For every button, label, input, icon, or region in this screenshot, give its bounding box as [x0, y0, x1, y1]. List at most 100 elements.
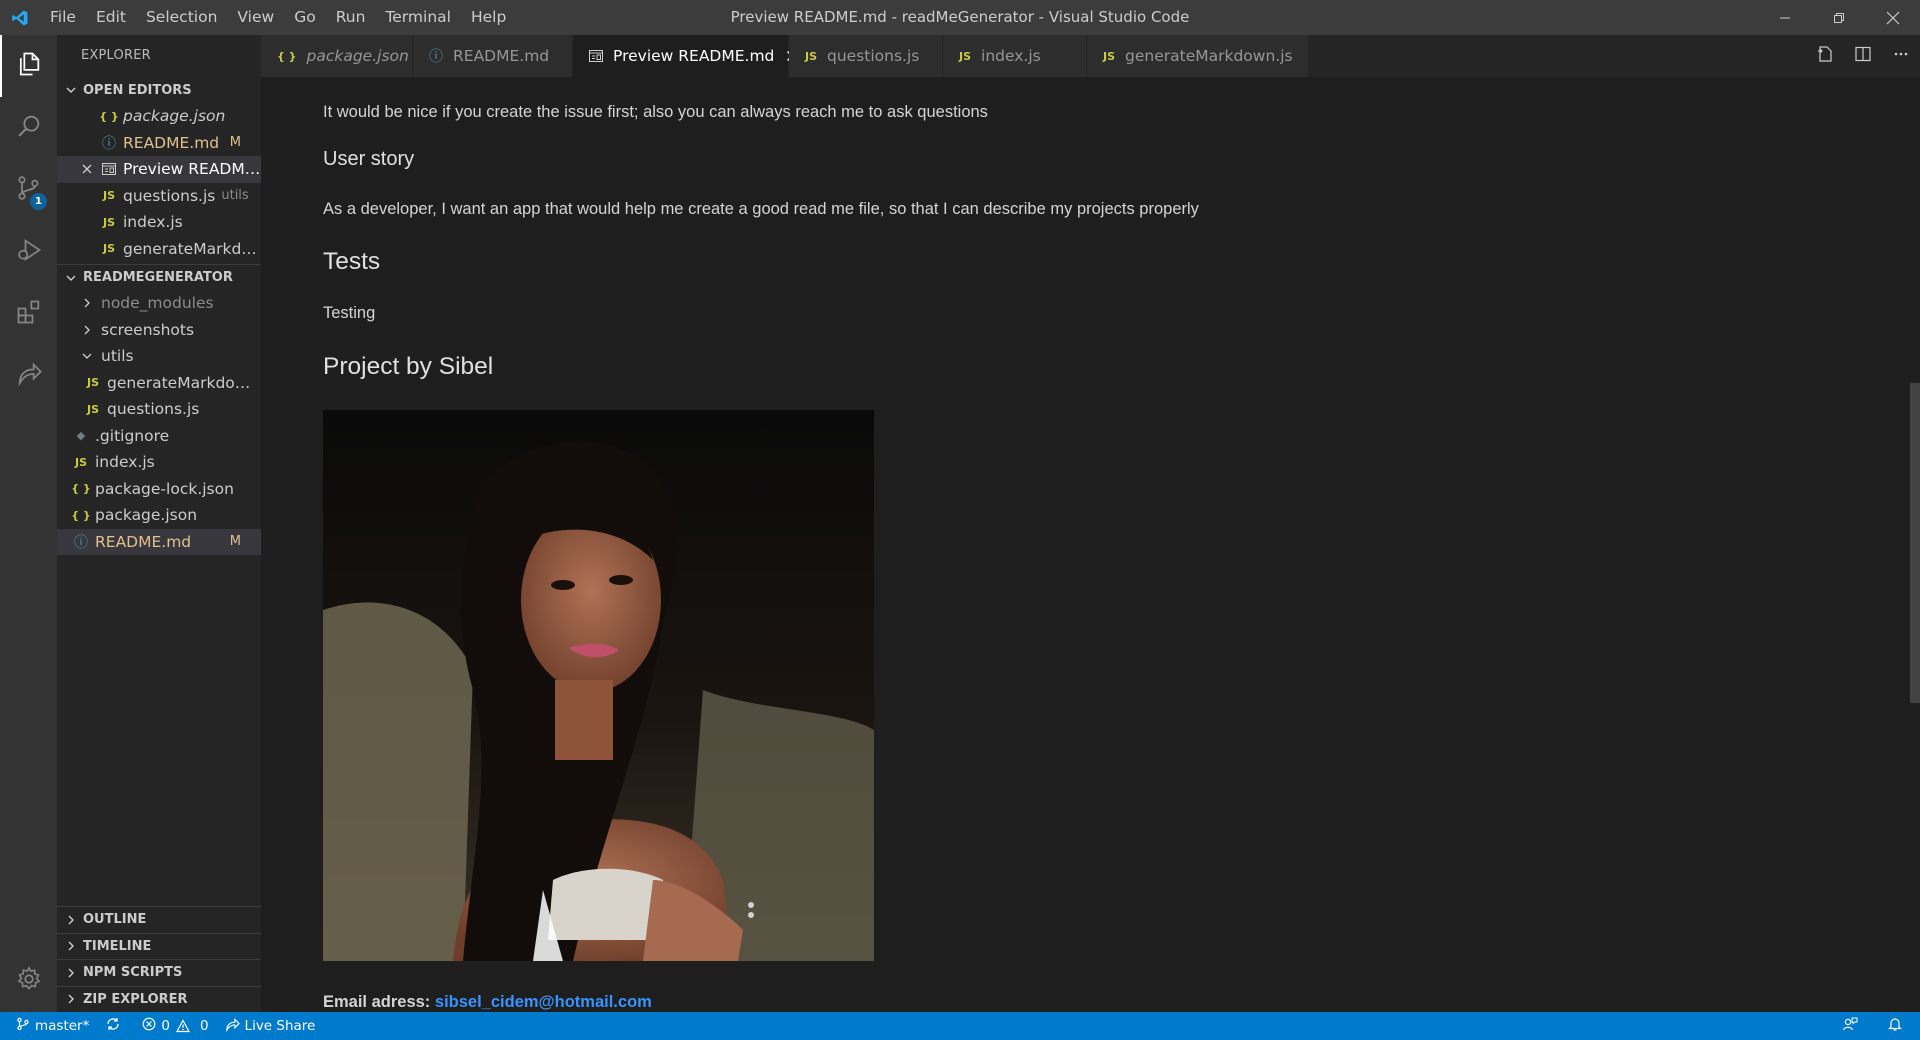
- tab-generate-markdown-js[interactable]: JS generateMarkdown.js: [1087, 35, 1309, 77]
- menu-bar: File Edit Selection View Go Run Terminal…: [40, 0, 516, 35]
- file-item[interactable]: { } package.json: [57, 502, 261, 529]
- close-icon[interactable]: [79, 163, 95, 175]
- extensions-activity[interactable]: [0, 283, 57, 345]
- run-debug-activity[interactable]: [0, 221, 57, 283]
- open-editor-item[interactable]: JS index.js: [57, 209, 261, 236]
- explorer-activity[interactable]: [0, 35, 57, 97]
- vscode-logo-icon: [0, 0, 40, 35]
- live-share-icon: [225, 1017, 245, 1036]
- open-editor-item[interactable]: JS questions.js utils: [57, 183, 261, 210]
- chevron-down-icon: [63, 272, 79, 284]
- info-file-icon: ⓘ: [429, 49, 443, 65]
- tab-label: package.json: [306, 47, 409, 65]
- file-item[interactable]: { } package-lock.json: [57, 476, 261, 503]
- js-file-icon: JS: [102, 189, 115, 203]
- folder-item[interactable]: node_modules: [57, 290, 261, 317]
- tab-questions-js[interactable]: JS questions.js: [789, 35, 943, 77]
- menu-view[interactable]: View: [227, 0, 284, 35]
- tab-index-js[interactable]: JS index.js: [943, 35, 1087, 77]
- open-editor-label: questions.js: [123, 186, 216, 205]
- sync-status[interactable]: [97, 1012, 134, 1040]
- tab-package-json[interactable]: { } package.json: [261, 35, 413, 77]
- menu-selection[interactable]: Selection: [136, 0, 227, 35]
- branch-status[interactable]: master*: [0, 1012, 97, 1040]
- error-count: 0: [161, 1018, 170, 1034]
- search-activity[interactable]: [0, 97, 57, 159]
- error-icon: [142, 1017, 161, 1035]
- file-item[interactable]: ◆ .gitignore: [57, 423, 261, 450]
- json-file-icon: { }: [71, 482, 91, 496]
- source-control-activity[interactable]: 1: [0, 159, 57, 221]
- sync-icon: [105, 1016, 126, 1036]
- split-editor-icon: [1854, 45, 1872, 67]
- file-label: generateMarkdown.js: [107, 373, 261, 392]
- file-label: README.md: [95, 532, 192, 551]
- minimize-button[interactable]: [1758, 0, 1812, 35]
- restore-button[interactable]: [1812, 0, 1866, 35]
- open-source-button[interactable]: [1806, 35, 1844, 77]
- sidebar-bottom-sections: OUTLINE TIMELINE NPM SCRIPTS ZIP EXPLORE…: [57, 906, 261, 1012]
- menu-help[interactable]: Help: [461, 0, 516, 35]
- info-file-icon: ⓘ: [102, 135, 116, 152]
- zip-explorer-section[interactable]: ZIP EXPLORER: [57, 985, 261, 1013]
- branch-name: master*: [35, 1018, 90, 1034]
- open-editor-label: README.md: [123, 133, 220, 152]
- timeline-title: TIMELINE: [83, 938, 152, 954]
- manage-activity[interactable]: [0, 950, 57, 1012]
- menu-run[interactable]: Run: [326, 0, 376, 35]
- source-control-badge: 1: [30, 193, 47, 210]
- open-editor-item[interactable]: Preview README....: [57, 156, 261, 183]
- file-item[interactable]: ⓘ README.md M: [57, 528, 261, 555]
- run-debug-icon: [15, 236, 43, 268]
- problems-status[interactable]: 0 0: [134, 1012, 216, 1040]
- menu-terminal[interactable]: Terminal: [375, 0, 461, 35]
- file-item[interactable]: JS generateMarkdown.js: [57, 370, 261, 397]
- menu-edit[interactable]: Edit: [86, 0, 136, 35]
- menu-file[interactable]: File: [40, 0, 86, 35]
- email-link[interactable]: sibsel_cidem@hotmail.com: [435, 993, 652, 1011]
- extensions-icon: [15, 298, 43, 330]
- js-file-icon: JS: [959, 49, 972, 63]
- file-item[interactable]: JS questions.js: [57, 396, 261, 423]
- project-section[interactable]: READMEGENERATOR: [57, 264, 261, 290]
- search-icon: [15, 112, 43, 144]
- file-label: index.js: [95, 453, 155, 472]
- split-editor-button[interactable]: [1844, 35, 1882, 77]
- file-item[interactable]: JS index.js: [57, 449, 261, 476]
- notifications-status[interactable]: [1875, 1012, 1920, 1040]
- folder-item[interactable]: screenshots: [57, 317, 261, 344]
- outline-section[interactable]: OUTLINE: [57, 906, 261, 933]
- chevron-right-icon: [77, 298, 97, 308]
- open-editors-section[interactable]: OPEN EDITORS: [57, 77, 261, 103]
- folder-label: node_modules: [101, 294, 214, 313]
- editor-actions: [1806, 35, 1920, 77]
- activity-bar: 1: [0, 35, 57, 1012]
- feedback-status[interactable]: [1830, 1012, 1875, 1040]
- open-editor-item[interactable]: JS generateMarkdo...: [57, 236, 261, 263]
- status-bar-right: [1830, 1012, 1920, 1040]
- editor-scrollbar[interactable]: [1910, 383, 1920, 703]
- js-file-icon: JS: [86, 402, 99, 416]
- folder-item[interactable]: utils: [57, 343, 261, 370]
- close-window-button[interactable]: [1866, 0, 1920, 35]
- npm-scripts-section[interactable]: NPM SCRIPTS: [57, 959, 261, 986]
- info-file-icon: ⓘ: [74, 534, 88, 551]
- chevron-down-icon: [77, 351, 97, 361]
- open-editor-item[interactable]: ⓘ README.md M: [57, 130, 261, 157]
- gear-icon: [15, 965, 43, 997]
- open-editor-label: Preview README....: [123, 160, 261, 179]
- editor-tab-bar: { } package.json ⓘ README.md Preview REA…: [261, 35, 1920, 77]
- open-source-icon: [1816, 45, 1834, 67]
- js-file-icon: JS: [1103, 49, 1116, 63]
- live-share-activity[interactable]: [0, 345, 57, 407]
- modified-badge: M: [229, 135, 241, 151]
- live-share-status[interactable]: Live Share: [217, 1012, 324, 1040]
- tab-readme[interactable]: ⓘ README.md: [413, 35, 573, 77]
- more-actions-button[interactable]: [1882, 35, 1920, 77]
- tab-preview-readme[interactable]: Preview README.md: [573, 35, 798, 77]
- timeline-section[interactable]: TIMELINE: [57, 932, 261, 960]
- window-controls: [1758, 0, 1920, 35]
- ellipsis-icon: [1892, 45, 1910, 67]
- menu-go[interactable]: Go: [284, 0, 326, 35]
- open-editor-item[interactable]: { } package.json: [57, 103, 261, 130]
